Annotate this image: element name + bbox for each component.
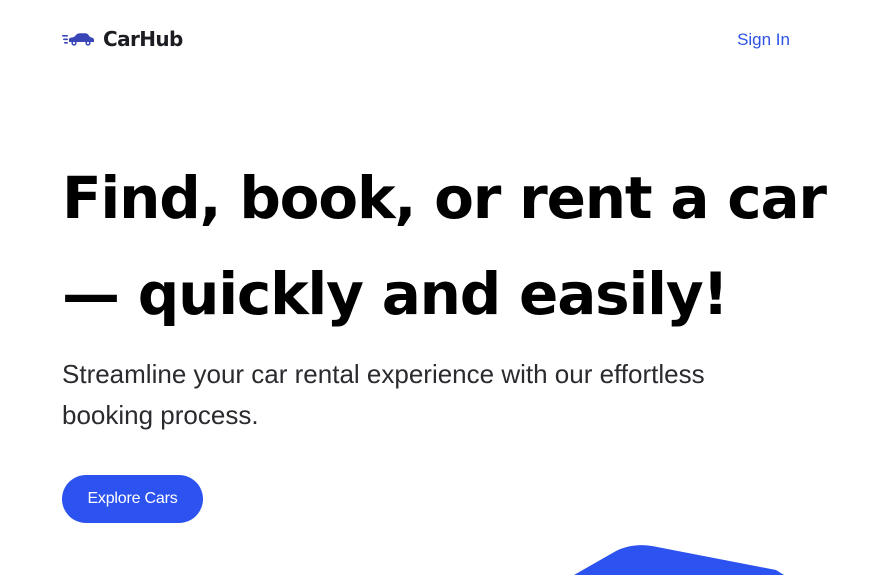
hero-title-line-2: — quickly and easily!: [62, 260, 729, 328]
car-logo-icon: [62, 33, 94, 46]
hero-subtitle-line-2: booking process.: [62, 400, 259, 430]
landing-page: CarHub Sign In Find, book, or rent a car…: [0, 0, 892, 575]
brand-name: CarHub: [103, 27, 183, 51]
hero-title: Find, book, or rent a car — quickly and …: [62, 150, 842, 342]
brand-link[interactable]: CarHub: [62, 27, 183, 51]
hero-subtitle-line-1: Streamline your car rental experience wi…: [62, 359, 705, 389]
hero-title-line-1: Find, book, or rent a car: [62, 164, 827, 232]
sign-in-link[interactable]: Sign In: [737, 30, 790, 50]
blue-shape-decoration: [574, 545, 784, 575]
explore-cars-button[interactable]: Explore Cars: [62, 475, 203, 523]
hero-subtitle: Streamline your car rental experience wi…: [62, 354, 782, 436]
navbar: CarHub Sign In: [62, 22, 790, 56]
